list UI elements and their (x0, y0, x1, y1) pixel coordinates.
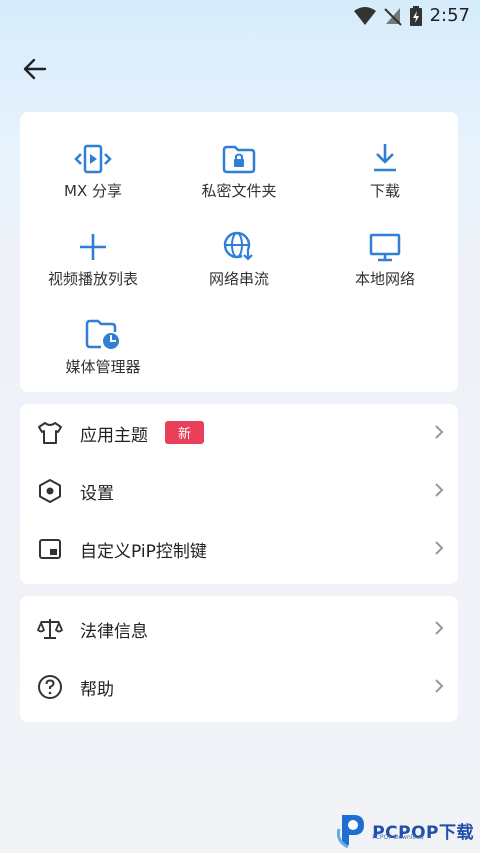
download-item[interactable]: 下载 (312, 134, 458, 201)
private-folder-label: 私密文件夹 (201, 182, 277, 200)
chevron-right-icon (435, 425, 444, 439)
tshirt-icon (38, 422, 62, 444)
media-manager-item[interactable]: 媒体管理器 (30, 310, 176, 377)
download-label: 下载 (369, 182, 400, 200)
chevron-right-icon (435, 541, 444, 555)
media-manager-label: 媒体管理器 (65, 358, 141, 376)
mx-share-item[interactable]: MX 分享 (20, 134, 166, 201)
media-manager-icon (85, 319, 119, 349)
shortcuts-card: MX 分享 私密文件夹 下载 视频播放列表 网络串流 本地网络 媒体管理器 (20, 112, 458, 392)
local-network-item[interactable]: 本地网络 (312, 222, 458, 289)
settings-hexagon-icon (39, 479, 61, 503)
new-badge: 新 (165, 421, 205, 444)
menu-item-help[interactable]: 帮助 (20, 658, 458, 716)
status-time: 2:57 (429, 5, 470, 26)
pip-icon (39, 539, 61, 559)
watermark: PCPOP下载 PCPOP Download (336, 811, 474, 849)
menu-item-app-theme[interactable]: 应用主题 新 (20, 404, 458, 462)
help-label: 帮助 (80, 679, 114, 700)
pcpop-logo-icon (337, 815, 365, 849)
video-playlist-item[interactable]: 视频播放列表 (20, 222, 166, 289)
pip-controls-label: 自定义PiP控制键 (80, 541, 207, 562)
private-folder-icon (222, 145, 256, 174)
network-stream-item[interactable]: 网络串流 (166, 222, 312, 289)
info-card: 法律信息 帮助 (20, 596, 458, 722)
wifi-icon (353, 6, 376, 25)
private-folder-item[interactable]: 私密文件夹 (166, 134, 312, 201)
settings-label: 设置 (80, 483, 114, 504)
chevron-right-icon (435, 483, 444, 497)
scales-icon (37, 619, 63, 639)
download-icon (374, 144, 396, 172)
monitor-icon (369, 233, 401, 262)
network-stream-icon (223, 231, 254, 261)
legal-label: 法律信息 (80, 621, 148, 642)
menu-item-legal[interactable]: 法律信息 (20, 600, 458, 658)
mx-share-icon (74, 144, 112, 174)
menu-item-settings[interactable]: 设置 (20, 462, 458, 520)
chevron-right-icon (435, 679, 444, 693)
battery-charging-icon (409, 5, 422, 26)
status-icons: 2:57 (353, 5, 470, 26)
chevron-right-icon (435, 621, 444, 635)
watermark-subtext: PCPOP Download (372, 834, 424, 841)
menu-item-pip-controls[interactable]: 自定义PiP控制键 (20, 520, 458, 578)
local-network-label: 本地网络 (354, 270, 415, 288)
status-bar: 2:57 (0, 0, 480, 34)
back-button[interactable] (18, 52, 52, 86)
mx-share-label: MX 分享 (64, 182, 122, 200)
app-theme-label: 应用主题 (80, 425, 148, 446)
plus-icon (80, 234, 106, 260)
network-stream-label: 网络串流 (208, 270, 269, 288)
video-playlist-label: 视频播放列表 (47, 270, 138, 288)
arrow-left-icon (23, 58, 47, 80)
signal-off-icon (383, 7, 402, 26)
settings-card: 应用主题 新 设置 自定义PiP控制键 (20, 404, 458, 584)
help-icon (38, 675, 62, 699)
